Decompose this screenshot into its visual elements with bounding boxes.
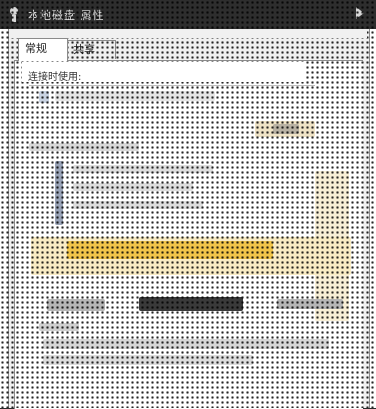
title-bar: 本地磁盘 属性: [0, 0, 376, 29]
blurred-bar: [277, 299, 343, 309]
blurred-row: [43, 339, 329, 349]
blurred-row: [43, 355, 253, 365]
blurred-heading: [39, 323, 79, 331]
blurred-row: [55, 91, 215, 101]
window-title: 本地磁盘 属性: [28, 8, 105, 22]
blurred-row: [39, 91, 49, 103]
blurred-list-item: [73, 183, 193, 191]
blurred-highlight-bar: [67, 241, 273, 259]
blurred-list-item: [73, 201, 203, 209]
properties-window: 本地磁盘 属性 常规 共享 连接时使用: 连接时使用:: [0, 0, 376, 409]
tab-general[interactable]: 常规: [18, 38, 68, 61]
divider: [29, 85, 315, 86]
blurred-button-text: [273, 124, 299, 134]
blurred-list-item: [73, 165, 213, 173]
lightbulb-icon: [8, 6, 20, 23]
clear-area: [9, 30, 367, 38]
tab-panel: 连接时使用:: [14, 60, 363, 409]
tab-sharing[interactable]: 共享: [66, 40, 116, 59]
blurred-dark-bar: [139, 297, 243, 311]
blurred-heading: [29, 143, 139, 151]
connect-using-label-visible: 连接时使用:: [28, 72, 82, 83]
play-arrow-icon[interactable]: [356, 7, 364, 19]
blurred-list: [55, 161, 63, 225]
blurred-bar: [47, 299, 105, 311]
